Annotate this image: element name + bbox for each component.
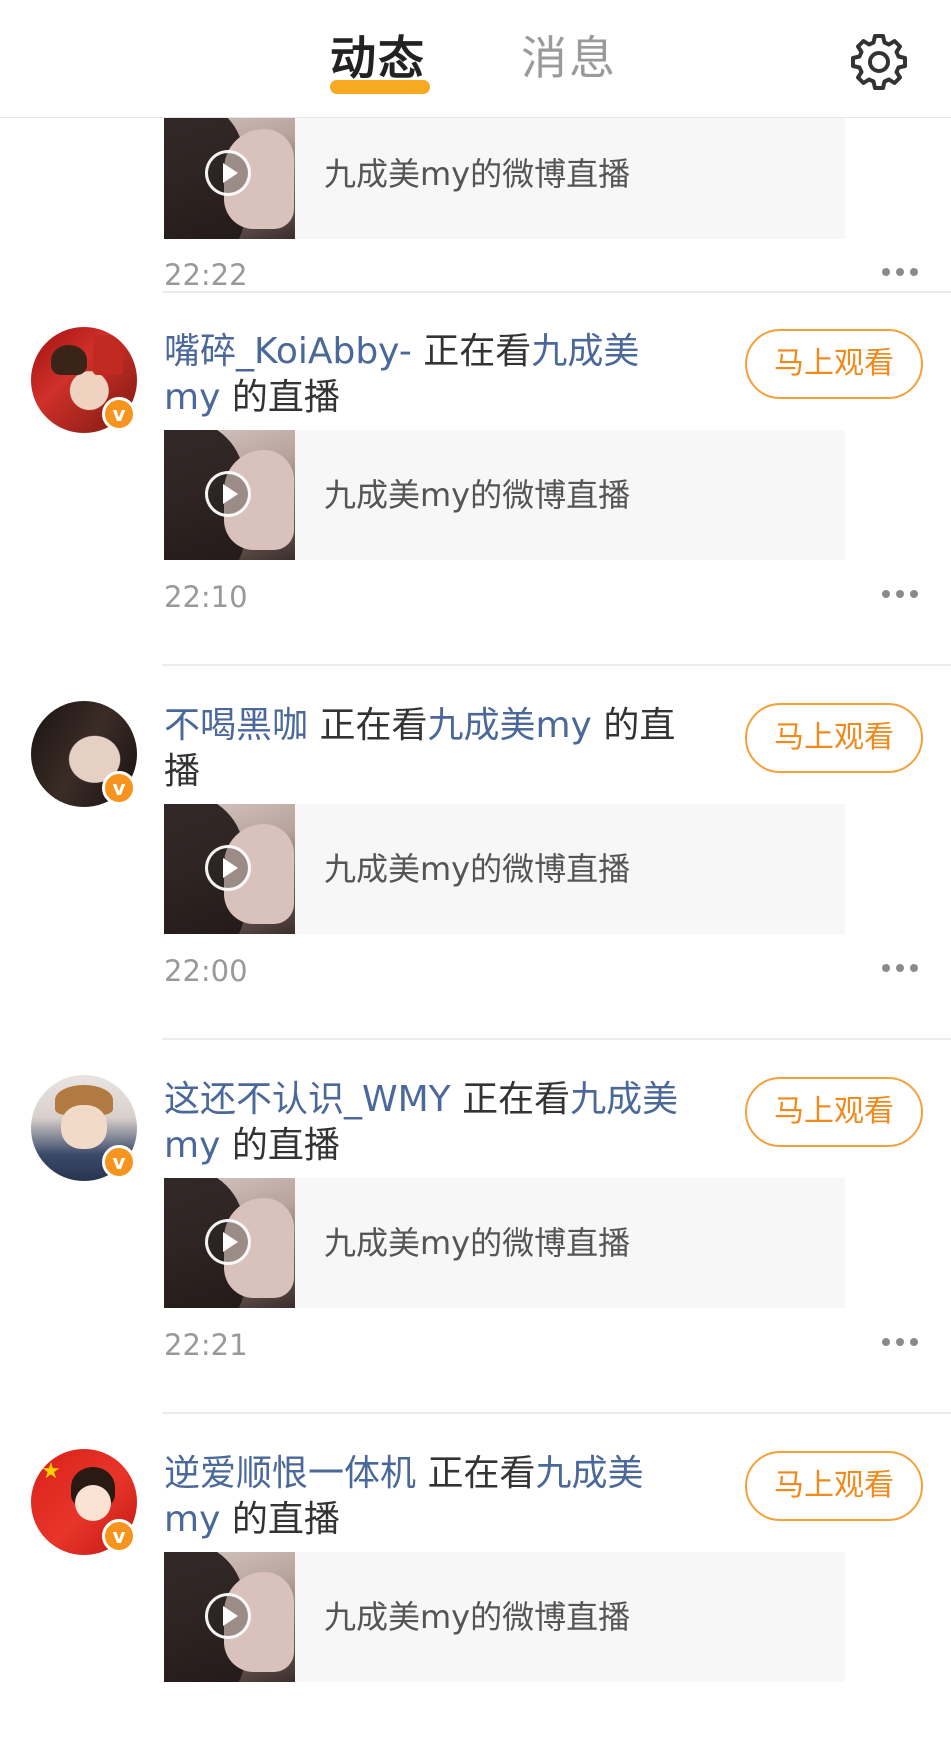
- activity-text: 嘴碎_KoiAbby- 正在看九成美my 的直播: [164, 329, 684, 421]
- verified-badge: v: [102, 1145, 136, 1179]
- more-options-icon[interactable]: [882, 1338, 918, 1348]
- feed-item: v 嘴碎_KoiAbby- 正在看九成美my 的直播 马上观看 九成美my的微博…: [0, 293, 951, 667]
- live-media-card[interactable]: 九成美my的微博直播: [164, 804, 845, 934]
- action-text: 正在看: [427, 1453, 536, 1494]
- feed-item: v 不喝黑咖 正在看九成美my 的直播 马上观看 九成美my的微博直播 22:0…: [0, 667, 951, 1041]
- divider: [162, 664, 951, 666]
- watch-now-button[interactable]: 马上观看: [745, 1451, 923, 1521]
- live-media-card[interactable]: 九成美my的微博直播: [164, 1552, 845, 1682]
- watch-now-button[interactable]: 马上观看: [745, 329, 923, 399]
- avatar[interactable]: v: [31, 1075, 137, 1181]
- action-text: 正在看: [423, 331, 532, 372]
- live-media-card[interactable]: 九成美my的微博直播: [164, 118, 845, 239]
- live-thumbnail: [164, 1178, 295, 1308]
- live-thumbnail: [164, 1552, 295, 1682]
- feed-item: v 这还不认识_WMY 正在看九成美my 的直播 马上观看 九成美my的微博直播…: [0, 1041, 951, 1415]
- verified-badge: v: [102, 1519, 136, 1553]
- play-icon: [205, 471, 251, 517]
- avatar[interactable]: v: [31, 327, 137, 433]
- divider: [162, 1038, 951, 1040]
- live-media-card[interactable]: 九成美my的微博直播: [164, 430, 845, 560]
- live-thumbnail: [164, 118, 295, 239]
- avatar[interactable]: ★ v: [31, 1449, 137, 1555]
- live-suffix: 的直播: [231, 1125, 340, 1166]
- user-name-link[interactable]: 嘴碎_KoiAbby-: [164, 331, 412, 372]
- timestamp: 22:22: [164, 258, 248, 292]
- live-media-card[interactable]: 九成美my的微博直播: [164, 1178, 845, 1308]
- more-options-icon[interactable]: [882, 964, 918, 974]
- user-name-link[interactable]: 不喝黑咖: [164, 705, 308, 746]
- activity-text: 这还不认识_WMY 正在看九成美my 的直播: [164, 1077, 684, 1169]
- user-name-link[interactable]: 这还不认识_WMY: [164, 1079, 451, 1120]
- play-icon: [205, 1219, 251, 1265]
- play-icon: [205, 1593, 251, 1639]
- feed-item: ★ v 逆爱顺恨一体机 正在看九成美my 的直播 马上观看 九成美my的微博直播: [0, 1415, 951, 1743]
- media-title: 九成美my的微博直播: [324, 1224, 631, 1262]
- tab-messages[interactable]: 消息: [521, 30, 617, 86]
- media-title: 九成美my的微博直播: [324, 1598, 631, 1636]
- streamer-name-link[interactable]: 九成美my: [427, 705, 591, 746]
- watch-now-button[interactable]: 马上观看: [745, 1077, 923, 1147]
- play-icon: [205, 150, 251, 196]
- tab-dynamics[interactable]: 动态: [330, 30, 426, 86]
- watch-now-button[interactable]: 马上观看: [745, 703, 923, 773]
- play-icon: [205, 845, 251, 891]
- timestamp: 22:00: [164, 954, 248, 988]
- verified-badge: v: [102, 397, 136, 431]
- action-text: 正在看: [319, 705, 428, 746]
- timestamp: 22:21: [164, 1328, 248, 1362]
- gear-icon[interactable]: [850, 32, 908, 90]
- feed-item: 九成美my的微博直播 22:22: [0, 118, 951, 292]
- live-thumbnail: [164, 804, 295, 934]
- timestamp: 22:10: [164, 580, 248, 614]
- more-options-icon[interactable]: [882, 268, 918, 278]
- divider: [162, 1412, 951, 1414]
- media-title: 九成美my的微博直播: [324, 850, 631, 888]
- live-thumbnail: [164, 430, 295, 560]
- avatar[interactable]: v: [31, 701, 137, 807]
- top-bar: 动态 消息: [0, 0, 951, 118]
- media-title: 九成美my的微博直播: [324, 155, 631, 193]
- user-name-link[interactable]: 逆爱顺恨一体机: [164, 1453, 416, 1494]
- activity-text: 逆爱顺恨一体机 正在看九成美my 的直播: [164, 1451, 684, 1543]
- verified-badge: v: [102, 771, 136, 805]
- media-title: 九成美my的微博直播: [324, 476, 631, 514]
- activity-feed: 九成美my的微博直播 22:22 v 嘴碎_KoiAbby- 正在看九成美my …: [0, 118, 951, 1743]
- activity-text: 不喝黑咖 正在看九成美my 的直播: [164, 703, 684, 795]
- live-suffix: 的直播: [231, 377, 340, 418]
- live-suffix: 的直播: [231, 1499, 340, 1540]
- more-options-icon[interactable]: [882, 590, 918, 600]
- action-text: 正在看: [462, 1079, 571, 1120]
